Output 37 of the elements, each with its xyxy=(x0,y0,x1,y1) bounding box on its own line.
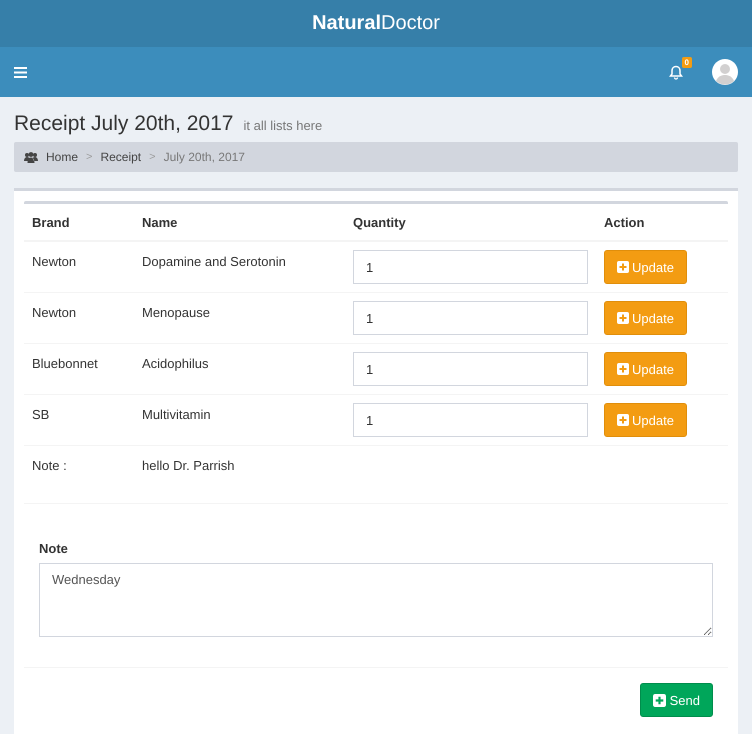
users-icon xyxy=(24,152,38,162)
breadcrumb-separator: > xyxy=(86,151,92,163)
note-field[interactable]: Wednesday xyxy=(39,563,713,637)
plus-icon xyxy=(617,312,629,324)
table-cell: Note : xyxy=(24,446,134,503)
quantity-field[interactable]: 1 xyxy=(353,403,588,437)
table-cell: SB xyxy=(24,394,134,446)
column-header: Brand xyxy=(24,204,134,241)
page-subtitle: it all lists here xyxy=(243,118,322,133)
table-cell: Multivitamin xyxy=(134,394,345,446)
field-label: Note xyxy=(39,541,69,556)
table-cell: Menopause xyxy=(134,292,345,344)
avatar-icon[interactable] xyxy=(712,59,738,85)
quantity-field[interactable]: 1 xyxy=(353,352,588,386)
table-cell: Newton xyxy=(24,292,134,344)
plus-icon xyxy=(617,363,629,375)
breadcrumb-link[interactable]: Home xyxy=(46,150,78,164)
table-cell: hello Dr. Parrish xyxy=(134,446,728,503)
column-header: Action xyxy=(596,204,728,241)
quantity-field[interactable]: 1 xyxy=(353,250,588,284)
table-cell: Dopamine and Serotonin xyxy=(134,241,345,292)
breadcrumb-link[interactable]: Receipt xyxy=(100,150,142,164)
quantity-field[interactable]: 1 xyxy=(353,301,588,335)
table-cell: Bluebonnet xyxy=(24,344,134,394)
app-logo[interactable]: NaturalDoctor xyxy=(312,12,440,35)
table-cell: Acidophilus xyxy=(134,344,345,394)
plus-icon xyxy=(652,694,666,706)
plus-icon xyxy=(617,414,629,426)
notification-count: 0 xyxy=(682,56,692,68)
plus-icon xyxy=(617,261,629,273)
column-header: Name xyxy=(134,204,345,241)
page-title: Receipt July 20th, 2017 xyxy=(14,112,234,136)
table-cell: Newton xyxy=(24,241,134,292)
breadcrumb-separator: > xyxy=(149,151,156,163)
bell-icon[interactable] xyxy=(669,64,683,80)
menu-icon[interactable] xyxy=(14,66,27,78)
column-header: Quantity xyxy=(345,204,596,241)
